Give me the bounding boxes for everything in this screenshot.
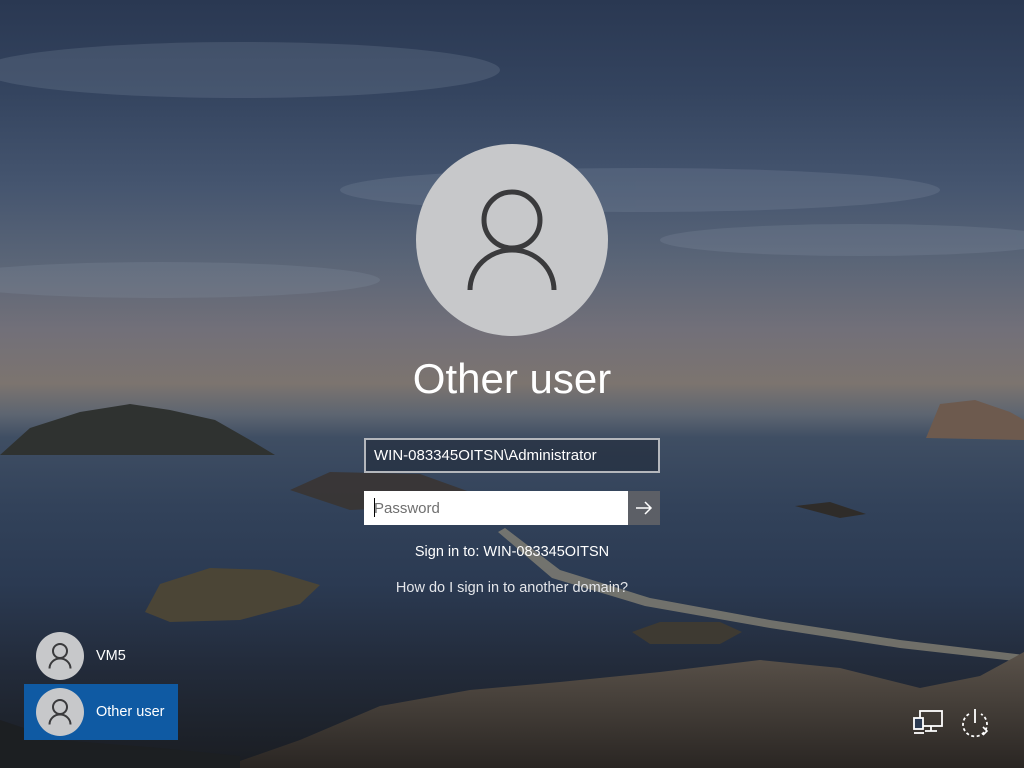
user-tile-vm5[interactable]: VM5 [24,628,178,684]
text-cursor [374,498,375,517]
network-icon [913,710,943,734]
password-field-group [364,491,660,525]
user-tile-label: Other user [96,704,165,720]
power-icon [962,709,989,738]
arrow-right-icon [636,501,653,515]
person-icon [467,189,557,291]
user-avatar-large [416,144,608,336]
power-button[interactable] [958,706,992,740]
user-tile-avatar [36,688,84,736]
user-tile-label: VM5 [96,648,126,664]
account-name-field[interactable]: WIN-083345OITSN\Administrator [364,438,660,473]
sign-in-target-text: Sign in to: WIN-083345OITSN [414,544,610,560]
user-tile-avatar [36,632,84,680]
network-button[interactable] [911,706,945,740]
user-tile-other-user[interactable]: Other user [24,684,178,740]
password-input[interactable] [364,491,628,525]
other-domain-help-link[interactable]: How do I sign in to another domain? [0,580,1024,596]
person-icon [48,643,72,669]
person-icon [48,699,72,725]
user-display-name: Other user [412,355,612,402]
sign-in-submit-button[interactable] [628,491,660,525]
